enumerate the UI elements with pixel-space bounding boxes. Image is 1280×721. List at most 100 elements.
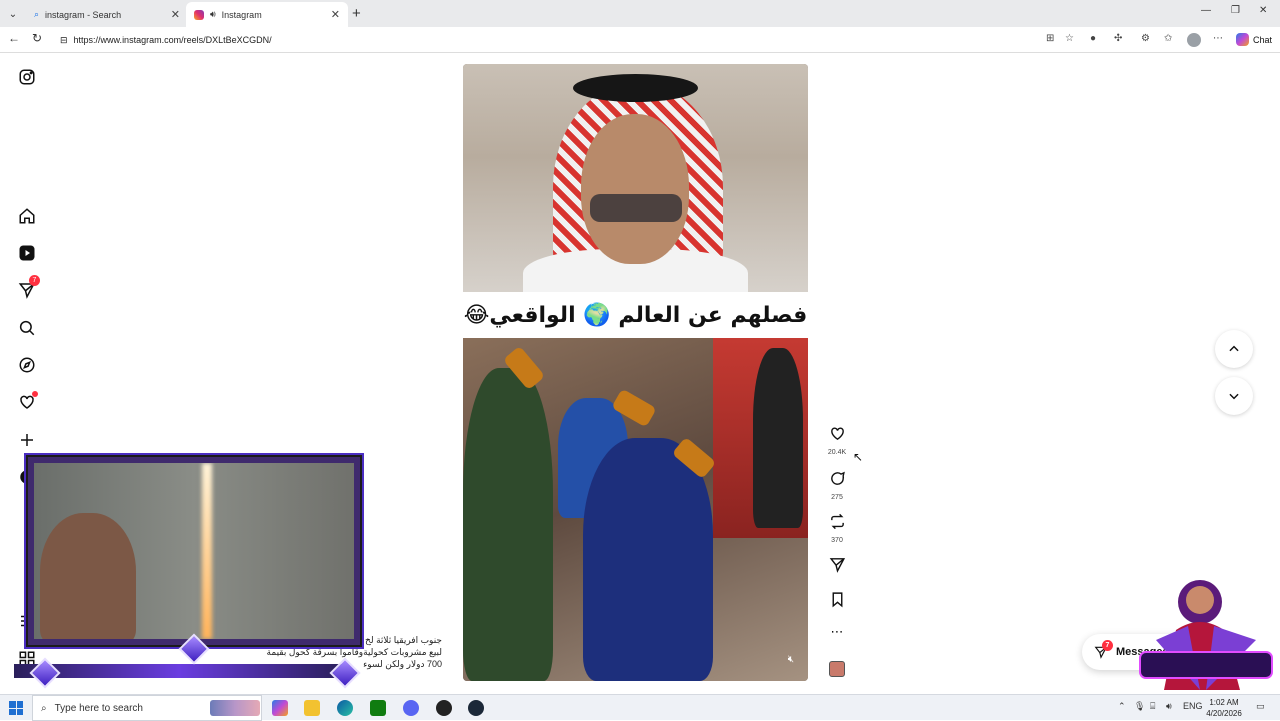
- chat-label: Chat: [1253, 34, 1273, 45]
- obs-app-icon[interactable]: [436, 700, 452, 716]
- url-text: https://www.instagram.com/reels/DXLtBeXC…: [73, 35, 272, 45]
- reel-video[interactable]: فصلهم عن العالم 🌍 الواقعي😂 🔇︎: [463, 64, 808, 681]
- search-icon: ⌕: [41, 702, 47, 714]
- next-reel-button[interactable]: [1215, 377, 1253, 415]
- minimize-icon[interactable]: —: [1201, 5, 1211, 16]
- tab-instagram-search[interactable]: ⌕ instagram - Search ✕: [26, 2, 188, 27]
- search-highlight-image[interactable]: [210, 700, 260, 716]
- back-icon[interactable]: ←: [8, 31, 20, 45]
- face-shape: [581, 114, 689, 264]
- more-options-icon[interactable]: ⋯: [824, 624, 850, 640]
- notifications-heart-icon[interactable]: [16, 391, 38, 413]
- xbox-app-icon[interactable]: [370, 700, 386, 716]
- extension-icon[interactable]: ●: [1090, 33, 1096, 44]
- share-send-icon: [829, 558, 845, 573]
- search-icon: ⌕: [34, 9, 40, 19]
- reel-bottom-scene: 🔇︎: [463, 338, 808, 681]
- discord-app-icon[interactable]: [403, 700, 419, 716]
- app-available-icon[interactable]: ⊞: [1046, 33, 1054, 44]
- profile-avatar[interactable]: [1187, 33, 1201, 47]
- person-shape: [463, 368, 553, 681]
- site-info-icon[interactable]: ⊟: [60, 35, 68, 46]
- system-clock[interactable]: 1:02 AM 4/20/2026: [1200, 697, 1248, 719]
- search-icon[interactable]: [16, 317, 38, 339]
- favorite-star-icon[interactable]: ☆: [1065, 33, 1074, 44]
- browser-essentials-icon[interactable]: ⚙: [1141, 33, 1150, 44]
- mouse-cursor-icon: ↖: [853, 450, 864, 464]
- home-icon[interactable]: [16, 205, 38, 227]
- network-icon[interactable]: ⌸: [1150, 701, 1155, 712]
- new-tab-button[interactable]: +: [352, 5, 361, 22]
- webcam-overlay: [26, 455, 362, 647]
- sunglasses-shape: [590, 194, 682, 222]
- address-bar[interactable]: ⊟ https://www.instagram.com/reels/DXLtBe…: [52, 30, 1082, 50]
- browser-tab-bar: ⌄ ⌕ instagram - Search ✕ 🔊︎ Instagram ✕ …: [0, 0, 1280, 27]
- speaker-icon[interactable]: 🔊︎: [210, 9, 216, 20]
- tab-title: instagram - Search: [45, 9, 122, 20]
- clock-time: 1:02 AM: [1209, 698, 1239, 707]
- address-toolbar: ← ↻ ⊟ https://www.instagram.com/reels/DX…: [0, 27, 1280, 53]
- messages-icon[interactable]: 7: [16, 275, 40, 301]
- streamer-shape: [40, 513, 136, 639]
- show-hidden-icons-icon[interactable]: ⌃: [1118, 701, 1126, 712]
- audio-muted-icon[interactable]: 🔇︎: [788, 654, 794, 665]
- copilot-chat-button[interactable]: Chat: [1236, 33, 1272, 46]
- notification-center-icon[interactable]: ▭: [1256, 701, 1265, 712]
- file-explorer-icon[interactable]: [304, 700, 320, 716]
- reels-icon[interactable]: [16, 242, 38, 264]
- tab-actions-menu-icon[interactable]: ⌄: [4, 5, 22, 23]
- headband-shape: [573, 74, 698, 102]
- windows-start-icon[interactable]: [9, 701, 23, 715]
- streamer-logo: [1139, 580, 1273, 690]
- audio-thumbnail[interactable]: [829, 661, 845, 677]
- volume-icon[interactable]: 🔊︎: [1166, 701, 1172, 712]
- steam-app-icon[interactable]: [468, 700, 484, 716]
- taskbar-search-placeholder: Type here to search: [54, 702, 143, 714]
- light-streak: [202, 463, 212, 639]
- heart-icon: [830, 427, 844, 441]
- tab-instagram[interactable]: 🔊︎ Instagram ✕: [186, 2, 348, 27]
- comment-count: 275: [831, 494, 843, 501]
- notification-badge: 7: [29, 275, 40, 286]
- edge-browser-icon[interactable]: [337, 700, 353, 716]
- comment-button[interactable]: 275: [824, 470, 850, 501]
- more-options-icon[interactable]: ⋯: [1213, 33, 1223, 44]
- extensions-puzzle-icon[interactable]: ✣: [1114, 33, 1122, 44]
- restore-icon[interactable]: ❐: [1231, 5, 1240, 16]
- favorites-icon[interactable]: ✩: [1164, 33, 1172, 44]
- instagram-icon: [194, 9, 204, 20]
- messages-badge: 7: [1102, 640, 1113, 651]
- like-count: 20.4K: [827, 449, 847, 456]
- comment-icon: [830, 471, 845, 485]
- notification-dot: [32, 391, 38, 397]
- person-shape: [583, 438, 713, 681]
- repost-icon: [830, 513, 844, 530]
- save-button[interactable]: [824, 591, 850, 613]
- description-line: لبيع مشروبات كحوليةوقاموا بسرقة كحول بقي…: [266, 647, 442, 657]
- repost-count: 370: [831, 537, 843, 544]
- bookmark-icon: [832, 592, 842, 608]
- close-tab-icon[interactable]: ✕: [331, 8, 340, 21]
- explore-compass-icon[interactable]: [16, 354, 38, 376]
- tab-title: Instagram: [221, 9, 262, 20]
- webcam-feed: [34, 463, 354, 639]
- previous-reel-button[interactable]: [1215, 330, 1253, 368]
- person-shape: [753, 348, 803, 528]
- close-window-icon[interactable]: ✕: [1259, 5, 1267, 16]
- chevron-up-icon: [1229, 345, 1239, 352]
- windows-taskbar: ⌕ Type here to search ⌃ 🎙︎ ⌸ 🔊︎ ENG 1:02…: [0, 694, 1280, 721]
- copilot-app-icon[interactable]: [272, 700, 288, 716]
- like-button[interactable]: 20.4K: [824, 425, 850, 456]
- reel-caption-text: فصلهم عن العالم 🌍 الواقعي😂: [463, 302, 808, 328]
- close-tab-icon[interactable]: ✕: [171, 8, 180, 21]
- refresh-icon[interactable]: ↻: [32, 31, 42, 45]
- clock-date: 4/20/2026: [1206, 709, 1242, 718]
- create-plus-icon[interactable]: [16, 429, 38, 451]
- share-button[interactable]: [824, 556, 850, 578]
- microphone-icon[interactable]: 🎙︎: [1134, 701, 1145, 712]
- reel-top-scene: [463, 64, 808, 309]
- repost-button[interactable]: 370: [824, 513, 850, 544]
- copilot-icon: [1236, 33, 1249, 46]
- instagram-logo-icon[interactable]: [16, 66, 38, 88]
- reel-caption-band: فصلهم عن العالم 🌍 الواقعي😂: [463, 292, 808, 338]
